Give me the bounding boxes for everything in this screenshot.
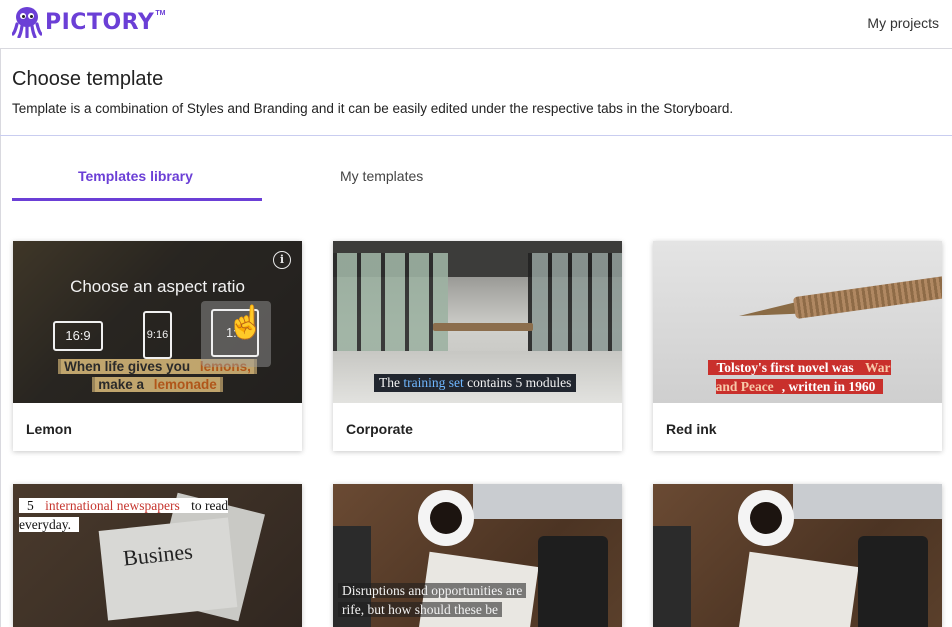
book-image [653, 526, 691, 627]
caption-highlight: lemonade [150, 377, 220, 392]
template-caption: Disruptions and opportunities are rife, … [338, 581, 558, 619]
caption-text: Tolstoy's first novel was [712, 360, 861, 375]
caption-text: make a [95, 377, 151, 392]
tab-templates-library[interactable]: Templates library [78, 168, 193, 184]
page-title: Choose template [12, 68, 164, 90]
caption-text: When life gives you [61, 359, 197, 374]
template-thumbnail: The training set contains 5 modules [333, 241, 622, 403]
aspect-16-9-button[interactable]: 16:9 [53, 321, 103, 351]
template-thumbnail: Tolstoy's first novel was War and Peace,… [653, 241, 942, 403]
laptop-image [793, 484, 942, 519]
paper-image [737, 551, 859, 627]
laptop-image [473, 484, 622, 519]
template-card-newspapers[interactable]: Busines 5 international newspapers to re… [13, 484, 302, 627]
my-projects-link[interactable]: My projects [867, 15, 939, 31]
caption-text: 5 [23, 498, 42, 513]
trademark-mark: TM [155, 9, 166, 17]
template-caption: 5 international newspapers to read every… [19, 496, 229, 534]
aspect-ratio-title: Choose an aspect ratio [70, 277, 245, 296]
tab-my-templates[interactable]: My templates [340, 168, 423, 184]
page-subtitle: Template is a combination of Styles and … [12, 101, 734, 116]
pictory-logo[interactable]: PICTORY TM [12, 6, 165, 38]
brand-name: PICTORY [45, 9, 155, 35]
template-name: Red ink [666, 421, 717, 437]
template-thumbnail [653, 484, 942, 627]
tablet-image [858, 536, 928, 627]
pointer-hand-icon: ☝ [226, 304, 266, 340]
coffee-image [430, 502, 462, 534]
template-card-lemon[interactable]: i Choose an aspect ratio When life gives… [13, 241, 302, 451]
octopus-logo-icon [12, 7, 42, 38]
active-tab-indicator [12, 198, 262, 201]
template-tabs: Templates library My templates [12, 160, 512, 202]
template-thumbnail: Busines 5 international newspapers to re… [13, 484, 302, 627]
template-card-red-ink[interactable]: Tolstoy's first novel was War and Peace,… [653, 241, 942, 451]
template-caption: Tolstoy's first novel was War and Peace,… [697, 358, 902, 396]
aspect-9-16-button[interactable]: 9:16 [143, 311, 172, 359]
coffee-image [750, 502, 782, 534]
caption-text: Disruptions and opportunities are [338, 583, 527, 598]
office-table [433, 323, 533, 331]
pen-body [792, 273, 942, 320]
office-window [333, 253, 448, 353]
template-thumbnail: Disruptions and opportunities are rife, … [333, 484, 622, 627]
caption-text: rife, but how should these be [338, 602, 502, 617]
template-card-desk-plain[interactable] [653, 484, 942, 627]
office-window [528, 253, 622, 353]
info-icon[interactable]: i [273, 251, 291, 269]
template-caption: The training set contains 5 modules [374, 374, 577, 392]
caption-text: , written in 1960 [777, 379, 880, 394]
template-name: Corporate [346, 421, 413, 437]
template-card-corporate[interactable]: The training set contains 5 modules Corp… [333, 241, 622, 451]
template-card-desk[interactable]: Disruptions and opportunities are rife, … [333, 484, 622, 627]
template-thumbnail: i Choose an aspect ratio When life gives… [13, 241, 302, 403]
template-name: Lemon [26, 421, 72, 437]
caption-text: contains 5 modules [463, 375, 572, 390]
caption-highlight: training set [403, 375, 464, 390]
caption-text: The [379, 375, 404, 390]
pen-nib [738, 301, 800, 322]
top-bar: PICTORY TM My projects [0, 0, 952, 49]
page-header: Choose template Template is a combinatio… [0, 50, 952, 136]
caption-highlight: international newspapers [41, 498, 184, 513]
fountain-pen-image [737, 273, 942, 326]
